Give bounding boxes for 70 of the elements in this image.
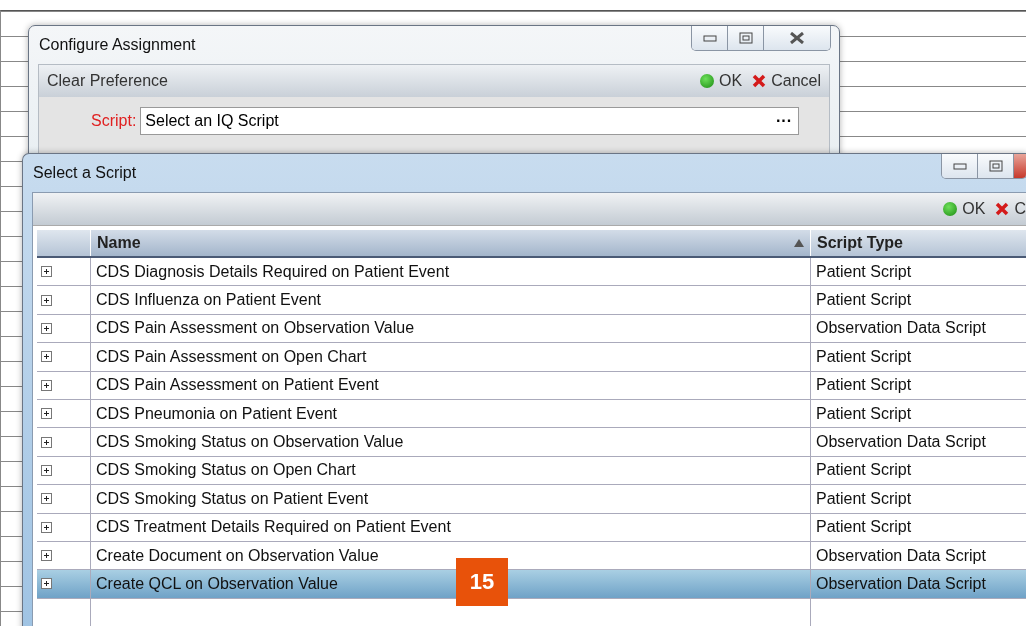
panel-title: Clear Preference xyxy=(47,72,169,90)
x-icon xyxy=(995,202,1010,216)
field-label: Script: xyxy=(91,112,137,130)
x-icon xyxy=(752,74,767,88)
expand-icon[interactable] xyxy=(41,379,52,391)
table-cell: Patient Script xyxy=(811,485,1026,513)
table-cell: Observation Data Script xyxy=(811,314,1026,343)
table-cell: CDS Pneumonia on Patient Event xyxy=(91,399,811,428)
minimize-button[interactable] xyxy=(692,26,728,50)
table-cell: Patient Script xyxy=(811,371,1026,399)
callout-badge: 15 xyxy=(456,558,508,606)
minimize-icon xyxy=(952,162,967,170)
table-cell: CDS Smoking Status on Observation Value xyxy=(91,428,811,456)
expand-icon[interactable] xyxy=(41,436,52,448)
expand-icon[interactable] xyxy=(41,408,52,420)
table-row[interactable]: CDS Treatment Details Required on Patient Event Patient Script xyxy=(37,513,1026,542)
expand-icon[interactable] xyxy=(41,322,52,334)
table-row[interactable]: CDS Pain Assessment on Observation Value Observation Data Script xyxy=(37,314,1026,344)
sort-icon xyxy=(794,239,804,247)
cancel-button[interactable]: Cancel xyxy=(752,72,821,90)
expand-icon[interactable] xyxy=(41,493,52,505)
close-icon xyxy=(789,32,805,44)
table-cell: CDS Pain Assessment on Observation Value xyxy=(91,314,811,343)
table-row[interactable]: CDS Pain Assessment on Patient Event Patient Script xyxy=(37,371,1026,400)
table-cell: CDS Pain Assessment on Open Chart xyxy=(91,343,811,371)
maximize-button[interactable] xyxy=(728,26,764,50)
minimize-icon xyxy=(702,34,717,42)
restore-icon xyxy=(988,160,1003,172)
table-cell: CDS Diagnosis Details Required on Patient Event xyxy=(91,258,811,286)
table-cell: Patient Script xyxy=(811,456,1026,485)
maximize-button[interactable] xyxy=(978,154,1014,178)
ok-button[interactable]: OK xyxy=(943,200,986,218)
expand-icon[interactable] xyxy=(41,578,52,590)
window-title: Configure Assignment xyxy=(39,36,196,54)
expand-icon[interactable] xyxy=(41,266,52,278)
ok-button[interactable]: OK xyxy=(700,72,743,90)
expand-icon[interactable] xyxy=(41,521,52,533)
table-cell: Patient Script xyxy=(811,513,1026,541)
table-cell: CDS Pain Assessment on Patient Event xyxy=(91,371,811,399)
close-button[interactable] xyxy=(764,26,830,50)
table-cell: CDS Smoking Status on Patient Event xyxy=(91,485,811,513)
expand-icon[interactable] xyxy=(41,550,52,562)
expand-icon[interactable] xyxy=(41,351,52,363)
table-row[interactable]: CDS Influenza on Patient Event Patient Script xyxy=(37,286,1026,315)
table-row[interactable]: CDS Pneumonia on Patient Event Patient Script xyxy=(37,399,1026,429)
table-row[interactable]: CDS Diagnosis Details Required on Patient Event Patient Script xyxy=(37,258,1026,287)
table-row[interactable]: CDS Smoking Status on Observation Value Observation Data Script xyxy=(37,428,1026,457)
table-row[interactable]: CDS Pain Assessment on Open Chart Patient Script xyxy=(37,343,1026,372)
table-cell: Patient Script xyxy=(811,258,1026,286)
browse-button[interactable]: ··· xyxy=(776,112,792,130)
column-header[interactable]: Name xyxy=(91,230,811,256)
table-cell: CDS Smoking Status on Open Chart xyxy=(91,456,811,485)
script-field[interactable]: Select an IQ Script ··· xyxy=(140,107,799,135)
table-cell: Patient Script xyxy=(811,399,1026,428)
table-cell: CDS Influenza on Patient Event xyxy=(91,286,811,314)
window-title: Select a Script xyxy=(33,164,137,182)
table-row[interactable]: CDS Smoking Status on Patient Event Patient Script xyxy=(37,485,1026,514)
column-header[interactable]: Script Type xyxy=(811,230,1026,256)
table-cell: Observation Data Script xyxy=(811,428,1026,456)
table-cell: Observation Data Script xyxy=(811,570,1026,598)
cancel-button[interactable]: C xyxy=(995,200,1026,218)
table-row[interactable]: CDS Smoking Status on Open Chart Patient Script xyxy=(37,456,1026,486)
restore-icon xyxy=(738,32,753,44)
table-cell: CDS Treatment Details Required on Patient Event xyxy=(91,513,811,541)
table-cell: Patient Script xyxy=(811,286,1026,314)
table-cell: Patient Script xyxy=(811,343,1026,371)
table-cell: Observation Data Script xyxy=(811,541,1026,570)
expand-icon[interactable] xyxy=(41,464,52,476)
expand-icon[interactable] xyxy=(41,294,52,306)
minimize-button[interactable] xyxy=(942,154,978,178)
